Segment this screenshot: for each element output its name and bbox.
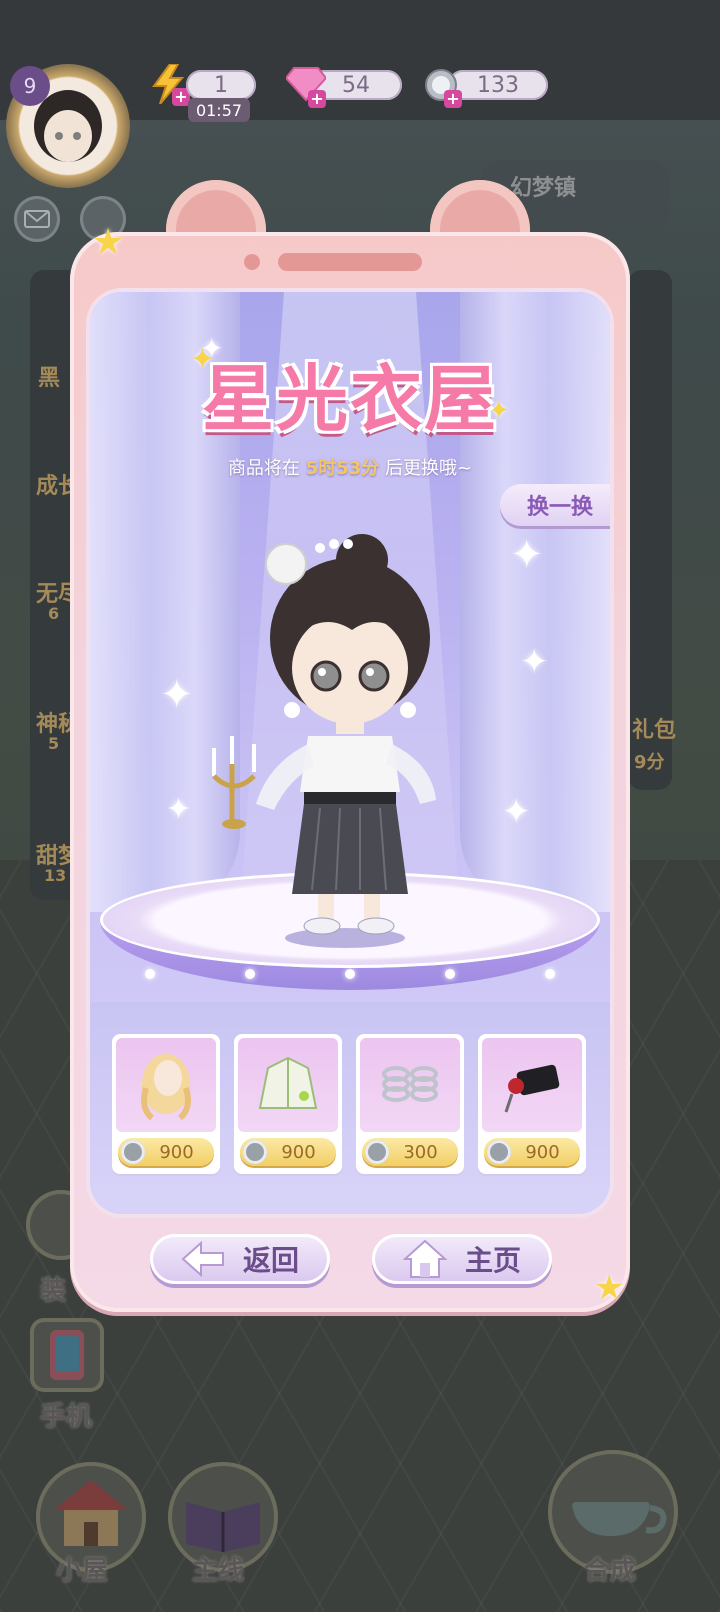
refresh-button[interactable]: 换一换 xyxy=(500,484,610,526)
back-arrow-icon xyxy=(181,1241,224,1277)
stage-light xyxy=(545,969,555,979)
dock-merge-label: 合成 xyxy=(584,1556,637,1586)
shop-item-card[interactable]: 300 xyxy=(356,1034,464,1174)
stage-light xyxy=(145,969,155,979)
silver-bracelets-icon xyxy=(382,1066,438,1102)
countdown-suffix: 后更换哦~ xyxy=(379,458,473,479)
item-price: 900 xyxy=(525,1141,560,1163)
phone-label: 手机 xyxy=(40,1402,93,1432)
green-jacket-icon xyxy=(258,1056,318,1109)
gem-plus-icon[interactable]: + xyxy=(308,90,326,108)
item-image xyxy=(116,1038,216,1132)
corner-star-icon: ★ xyxy=(92,222,125,263)
corner-star-icon: ★ xyxy=(594,1268,625,1308)
dock-house-label: 小屋 xyxy=(56,1556,109,1586)
shop-title: 星光衣屋 xyxy=(201,357,498,441)
coin-icon xyxy=(243,1140,267,1164)
item-price: 900 xyxy=(159,1141,194,1163)
mail-button[interactable] xyxy=(14,196,60,242)
coin-value-text: 133 xyxy=(477,72,519,98)
dressed-character[interactable] xyxy=(200,518,460,948)
right-label-text: 9分 xyxy=(634,752,665,773)
phone-camera xyxy=(244,254,260,270)
mail-icon xyxy=(24,210,50,228)
sparkle-icon: ✦ xyxy=(520,642,549,682)
energy-value-text: 1 xyxy=(214,72,228,98)
item-image xyxy=(360,1038,460,1132)
energy-timer-text: 01:57 xyxy=(195,100,243,120)
sparkle-icon: ✦ xyxy=(502,792,531,832)
home-button-label: 主页 xyxy=(464,1244,521,1277)
refresh-countdown: 商品将在 5时53分 后更换哦~ xyxy=(150,454,550,480)
right-label-text: 礼包 xyxy=(632,718,677,743)
item-image xyxy=(238,1038,338,1132)
item-price: 300 xyxy=(403,1141,438,1163)
sparkle-icon: ✦ xyxy=(166,792,192,827)
left-value-text: 5 xyxy=(48,734,60,753)
gem-value-text: 54 xyxy=(342,72,370,98)
item-price-tag[interactable]: 300 xyxy=(362,1138,458,1166)
stage-light xyxy=(345,969,355,979)
refresh-button-label: 换一换 xyxy=(526,495,593,520)
coin-icon xyxy=(365,1140,389,1164)
energy-timer: 01:57 xyxy=(188,98,250,122)
right-panel-label-2: 9分 xyxy=(634,748,665,774)
countdown-time: 5时53分 xyxy=(305,458,380,479)
decorate-label: 装 xyxy=(40,1276,67,1306)
shop-item-card[interactable]: 900 xyxy=(478,1034,586,1174)
right-panel-label-1[interactable]: 礼包 xyxy=(632,712,676,744)
item-price-tag[interactable]: 900 xyxy=(118,1138,214,1166)
phone-button[interactable] xyxy=(30,1318,104,1392)
coin-value: 133 xyxy=(448,70,548,100)
shop-item-card[interactable]: 900 xyxy=(234,1034,342,1174)
item-price-tag[interactable]: 900 xyxy=(240,1138,336,1166)
item-price-tag[interactable]: 900 xyxy=(484,1138,580,1166)
player-level-badge: 9 xyxy=(10,66,50,106)
left-panel-value-1: 6 xyxy=(48,604,59,623)
player-level-text: 9 xyxy=(23,74,37,98)
left-value-text: 6 xyxy=(48,604,60,623)
dock-story-label: 主线 xyxy=(192,1556,245,1586)
candelabra-icon xyxy=(212,736,256,829)
home-icon xyxy=(402,1239,447,1278)
back-button-label: 返回 xyxy=(242,1244,299,1277)
shop-item-card[interactable]: 900 xyxy=(112,1034,220,1174)
coin-icon xyxy=(487,1140,511,1164)
left-panel-label-1[interactable]: 黑 xyxy=(38,360,60,392)
shop-screen: ✦ ✦ ✦ ✦ ✦ ✦ ✦ ✦ 星光衣屋 商品将在 5时53分 后更换哦~ 换一… xyxy=(90,292,610,1214)
energy-value: 1 xyxy=(186,70,256,100)
sparkle-icon: ✦ xyxy=(160,672,194,718)
left-panel-value-2: 5 xyxy=(48,734,59,753)
home-button[interactable]: 主页 xyxy=(372,1234,552,1284)
phone-speaker xyxy=(278,253,422,271)
item-price: 900 xyxy=(281,1141,316,1163)
left-label-text: 黑 xyxy=(38,366,61,391)
coin-icon xyxy=(121,1140,145,1164)
left-panel-value-3: 13 xyxy=(44,866,66,885)
stage-light xyxy=(445,969,455,979)
blonde-hair-icon xyxy=(141,1054,191,1121)
black-rose-bag-icon xyxy=(504,1064,560,1113)
region-label: 幻梦镇 xyxy=(510,176,577,201)
sparkle-icon: ✦ xyxy=(510,532,544,578)
stage-lights xyxy=(100,964,600,984)
coin-plus-icon[interactable]: + xyxy=(444,90,462,108)
item-image xyxy=(482,1038,582,1132)
left-value-text: 13 xyxy=(44,866,67,885)
countdown-prefix: 商品将在 xyxy=(227,458,306,479)
stage-light xyxy=(245,969,255,979)
back-button[interactable]: 返回 xyxy=(150,1234,330,1284)
phone-icon xyxy=(50,1330,84,1380)
